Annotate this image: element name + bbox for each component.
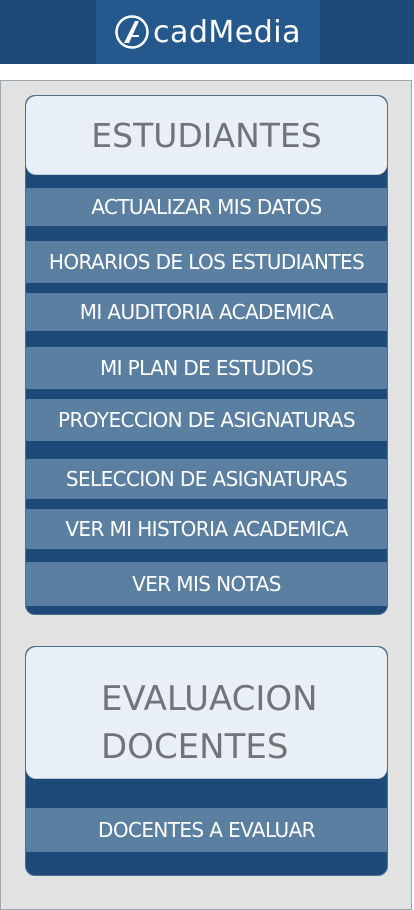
- estudiantes-panel-title: ESTUDIANTES: [26, 96, 387, 175]
- panel-title-line-2: DOCENTES: [101, 727, 289, 767]
- logo-text: cadMedia: [152, 14, 302, 50]
- evaluacion-docentes-panel: EVALUACION DOCENTES DOCENTES A EVALUAR: [25, 646, 388, 876]
- menu-item-ver-mis-notas[interactable]: VER MIS NOTAS: [26, 562, 387, 606]
- menu-item-mi-plan-de-estudios[interactable]: MI PLAN DE ESTUDIOS: [26, 347, 387, 389]
- estudiantes-panel: ESTUDIANTES ACTUALIZAR MIS DATOS HORARIO…: [25, 95, 388, 615]
- menu-item-mi-auditoria-academica[interactable]: MI AUDITORIA ACADEMICA: [26, 293, 387, 331]
- app-header: cadMedia: [0, 0, 414, 64]
- menu-item-horarios-de-los-estudiantes[interactable]: HORARIOS DE LOS ESTUDIANTES: [26, 241, 387, 283]
- evaluacion-docentes-panel-title: EVALUACION DOCENTES: [26, 647, 387, 779]
- panel-title-line-1: EVALUACION: [101, 679, 318, 719]
- menu-item-ver-mi-historia-academica[interactable]: VER MI HISTORIA ACADEMICA: [26, 509, 387, 549]
- menu-item-proyeccion-de-asignaturas[interactable]: PROYECCION DE ASIGNATURAS: [26, 399, 387, 441]
- menu-item-seleccion-de-asignaturas[interactable]: SELECCION DE ASIGNATURAS: [26, 459, 387, 499]
- logo-a-icon: [115, 15, 149, 49]
- menu-item-docentes-a-evaluar[interactable]: DOCENTES A EVALUAR: [26, 808, 387, 852]
- academedia-logo[interactable]: cadMedia: [96, 0, 320, 64]
- menu-item-actualizar-mis-datos[interactable]: ACTUALIZAR MIS DATOS: [26, 188, 387, 226]
